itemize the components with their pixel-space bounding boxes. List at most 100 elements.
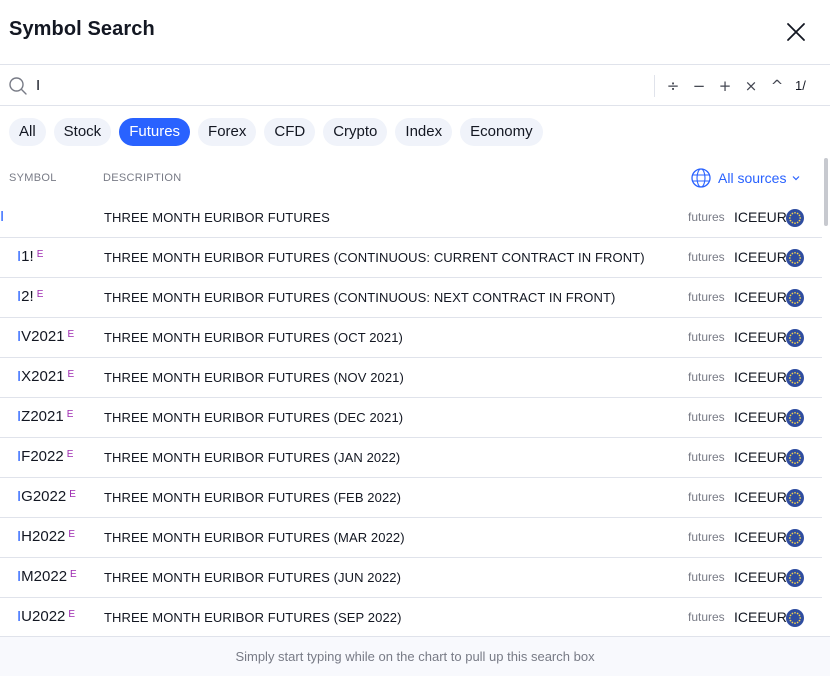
symbol-ticker: IF2022 E [17,448,73,465]
symbol-type: futures [688,570,725,584]
symbol-search-dialog: Symbol Search ÷ − + × ^ 1/ AllStockFutur… [0,0,830,676]
result-row[interactable]: I1! E THREE MONTH EURIBOR FUTURES (CONTINU… [0,238,822,278]
symbol-rest: 1! [21,248,34,265]
globe-icon [691,168,711,188]
symbol-ticker: I [0,208,4,225]
result-row[interactable]: IZ2021 E THREE MONTH EURIBOR FUTURES (DEC … [0,398,822,438]
symbol-ticker: I2! E [17,288,43,305]
symbol-ticker: IM2022 E [17,568,77,585]
result-row[interactable]: IF2022 E THREE MONTH EURIBOR FUTURES (JAN … [0,438,822,478]
symbol-description: THREE MONTH EURIBOR FUTURES (FEB 2022) [104,490,402,505]
search-icon [9,77,27,95]
eu-flag-icon [786,369,804,387]
symbol-description: THREE MONTH EURIBOR FUTURES (JAN 2022) [104,450,401,465]
results-list: I THREE MONTH EURIBOR FUTURES futures ICEEU… [0,198,822,638]
symbol-ticker: IG2022 E [17,488,76,505]
symbol-type: futures [688,210,725,224]
tab-crypto[interactable]: Crypto [323,118,388,146]
symbol-description: THREE MONTH EURIBOR FUTURES (MAR 2022) [104,530,405,545]
symbol-type: futures [688,450,725,464]
exchange-badge: E [36,289,44,300]
exchange-badge: E [66,449,74,460]
eu-flag-icon [786,449,804,467]
eu-flag-icon [786,569,804,587]
eu-flag-icon [786,289,804,307]
result-row[interactable]: IM2022 E THREE MONTH EURIBOR FUTURES (JUN … [0,558,822,598]
exchange-name: ICEEUR [734,609,787,625]
symbol-rest: G2022 [21,488,67,505]
eu-flag-icon [786,609,804,627]
symbol-type: futures [688,290,725,304]
eu-flag-icon [786,329,804,347]
all-sources-dropdown[interactable]: All sources [690,166,800,190]
result-row[interactable]: IV2021 E THREE MONTH EURIBOR FUTURES (OCT … [0,318,822,358]
search-bar: ÷ − + × ^ 1/ [0,64,830,106]
symbol-ticker: I1! E [17,248,43,265]
tab-futures[interactable]: Futures [119,118,191,146]
symbol-type: futures [688,370,725,384]
eu-flag-icon [786,409,804,427]
symbol-description: THREE MONTH EURIBOR FUTURES (SEP 2022) [104,610,402,625]
symbol-rest: F2022 [21,448,64,465]
category-tabs: All Stock Futures Forex CFD Crypto Index Econom… [9,118,543,146]
tab-economy[interactable]: Economy [460,118,543,146]
exchange-name: ICEEUR [734,409,787,425]
all-sources-label: All sources [718,170,787,186]
symbol-rest: Z2021 [21,408,64,425]
symbol-rest: 2! [21,288,34,305]
tab-cfd[interactable]: CFD [264,118,316,146]
search-input[interactable] [36,73,636,97]
exchange-badge: E [36,249,44,260]
symbol-ticker: IV2021 E [17,328,74,345]
symbol-description: THREE MONTH EURIBOR FUTURES (JUN 2022) [104,570,402,585]
symbol-description: THREE MONTH EURIBOR FUTURES (NOV 2021) [104,370,404,385]
tab-forex[interactable]: Forex [198,118,257,146]
close-button[interactable] [782,18,810,46]
result-row[interactable]: IH2022 E THREE MONTH EURIBOR FUTURES (MAR … [0,518,822,558]
dialog-header: Symbol Search [0,0,830,64]
eu-flag-icon [786,529,804,547]
tab-index[interactable]: Index [395,118,453,146]
input-divider [654,75,655,97]
symbol-description: THREE MONTH EURIBOR FUTURES (DEC 2021) [104,410,404,425]
result-row[interactable]: IG2022 E THREE MONTH EURIBOR FUTURES (FEB … [0,478,822,518]
reciprocal-operator-button[interactable]: 1/ [795,75,806,97]
results-scrollbar[interactable] [824,158,828,226]
result-row[interactable]: I THREE MONTH EURIBOR FUTURES futures ICEEU… [0,198,822,238]
symbol-column-header: SYMBOL [9,172,57,184]
symbol-description: THREE MONTH EURIBOR FUTURES [104,210,330,225]
exchange-name: ICEEUR [734,369,787,385]
exchange-name: ICEEUR [734,529,787,545]
footer-hint: Simply start typing while on the chart t… [0,636,830,676]
exchange-badge: E [69,489,76,500]
exchange-name: ICEEUR [734,489,787,505]
eu-flag-icon [786,209,804,227]
symbol-ticker: IU2022 E [17,608,75,625]
symbol-rest: V2021 [21,328,65,345]
result-row[interactable]: IU2022 E THREE MONTH EURIBOR FUTURES (SEP … [0,598,822,638]
exchange-name: ICEEUR [734,329,787,345]
eu-flag-icon [786,489,804,507]
result-row[interactable]: I2! E THREE MONTH EURIBOR FUTURES (CONTINU… [0,278,822,318]
symbol-ticker: IX2021 E [17,368,74,385]
exchange-badge: E [68,529,76,540]
minus-operator-button[interactable]: − [688,75,710,97]
symbol-description: THREE MONTH EURIBOR FUTURES (OCT 2021) [104,330,403,345]
symbol-type: futures [688,490,725,504]
symbol-ticker: IZ2021 E [17,408,73,425]
result-row[interactable]: IX2021 E THREE MONTH EURIBOR FUTURES (NOV … [0,358,822,398]
divide-operator-button[interactable]: ÷ [662,75,684,97]
eu-flag-icon [786,249,804,267]
tab-all[interactable]: All [9,118,46,146]
multiply-operator-button[interactable]: × [740,75,762,97]
description-column-header: DESCRIPTION [103,172,182,184]
power-operator-button[interactable]: ^ [766,75,788,97]
exchange-badge: E [70,569,77,580]
exchange-badge: E [68,609,76,620]
exchange-badge: E [67,329,75,340]
exchange-name: ICEEUR [734,249,787,265]
symbol-description: THREE MONTH EURIBOR FUTURES (CONTINUOUS:… [104,250,645,265]
dialog-title: Symbol Search [9,18,155,40]
plus-operator-button[interactable]: + [714,75,736,97]
tab-stock[interactable]: Stock [53,118,112,146]
